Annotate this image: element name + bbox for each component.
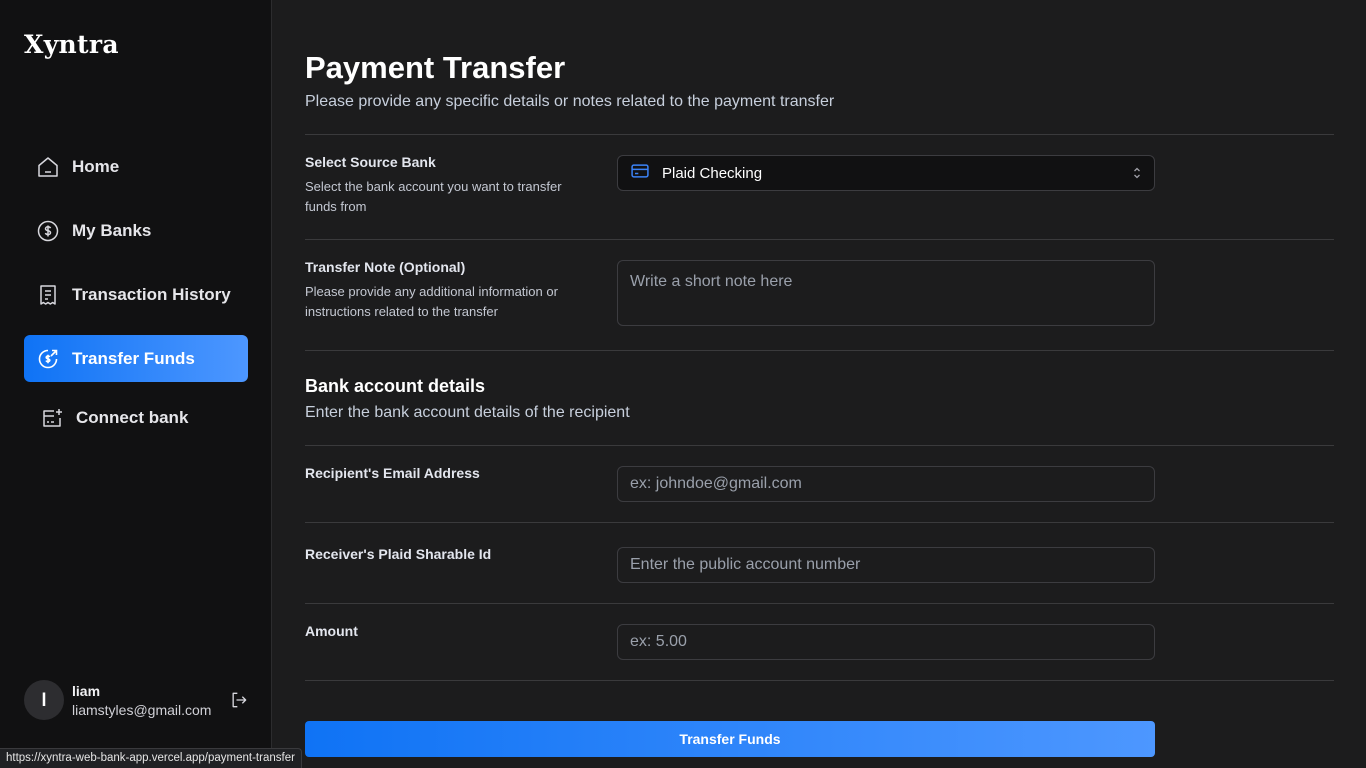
- page-title: Payment Transfer: [305, 50, 566, 85]
- transfer-note-help: Please provide any additional informatio…: [305, 284, 558, 319]
- sidebar-item-connect-bank[interactable]: Connect bank: [24, 394, 248, 441]
- transfer-note-textarea[interactable]: Write a short note here: [617, 260, 1155, 326]
- divider: [305, 134, 1334, 135]
- transfer-note-label: Transfer Note (Optional): [305, 259, 466, 275]
- divider: [305, 522, 1334, 523]
- divider: [305, 445, 1334, 446]
- sidebar-item-label: My Banks: [72, 220, 152, 240]
- brand-logo[interactable]: Xyntra: [24, 30, 119, 59]
- sidebar-item-label: Home: [72, 156, 120, 176]
- recipient-email-input[interactable]: ex: johndoe@gmail.com: [617, 466, 1155, 502]
- amount-label: Amount: [305, 623, 358, 639]
- transfer-funds-button[interactable]: Transfer Funds: [305, 721, 1155, 757]
- app-root: Xyntra Home My Banks Transaction History…: [0, 0, 1366, 768]
- amount-input[interactable]: ex: 5.00: [617, 624, 1155, 660]
- sidebar-item-transaction-history[interactable]: Transaction History: [24, 271, 248, 318]
- money-send-icon: [36, 347, 60, 371]
- home-icon: [36, 155, 60, 179]
- logout-icon[interactable]: [229, 690, 249, 710]
- source-bank-label: Select Source Bank: [305, 154, 436, 170]
- sidebar-item-home[interactable]: Home: [24, 143, 248, 190]
- sharable-id-input[interactable]: Enter the public account number: [617, 547, 1155, 583]
- chevron-up-down-icon: [1132, 166, 1142, 180]
- recipient-email-label: Recipient's Email Address: [305, 465, 480, 481]
- sidebar-item-label: Transaction History: [72, 284, 231, 304]
- bank-details-subtitle: Enter the bank account details of the re…: [305, 404, 630, 421]
- dollar-circle-icon: [36, 219, 60, 243]
- bank-details-title: Bank account details: [305, 376, 486, 396]
- divider: [305, 239, 1334, 240]
- receipt-icon: [36, 283, 60, 307]
- user-info: liam liamstyles@gmail.com: [72, 683, 211, 718]
- sidebar-item-label: Connect bank: [76, 407, 189, 427]
- source-bank-value: Plaid Checking: [662, 164, 763, 182]
- sidebar-item-my-banks[interactable]: My Banks: [24, 207, 248, 254]
- divider: [305, 680, 1334, 681]
- card-add-icon: [40, 406, 64, 430]
- page-subtitle: Please provide any specific details or n…: [305, 93, 835, 110]
- user-profile: l liam liamstyles@gmail.com: [24, 680, 254, 720]
- source-bank-help: Select the bank account you want to tran…: [305, 179, 562, 214]
- user-name: liam: [72, 682, 101, 699]
- source-bank-select[interactable]: Plaid Checking: [617, 155, 1155, 191]
- avatar[interactable]: l: [24, 680, 64, 720]
- status-url-bar: https://xyntra-web-bank-app.vercel.app/p…: [0, 748, 302, 768]
- divider: [305, 350, 1334, 351]
- sharable-id-label: Receiver's Plaid Sharable Id: [305, 546, 492, 562]
- user-email: liamstyles@gmail.com: [72, 701, 212, 718]
- sidebar: Xyntra Home My Banks Transaction History…: [0, 0, 272, 768]
- sidebar-item-label: Transfer Funds: [72, 348, 195, 368]
- divider: [305, 603, 1334, 604]
- sidebar-item-transfer-funds[interactable]: Transfer Funds: [24, 335, 248, 382]
- credit-card-icon: [630, 161, 650, 186]
